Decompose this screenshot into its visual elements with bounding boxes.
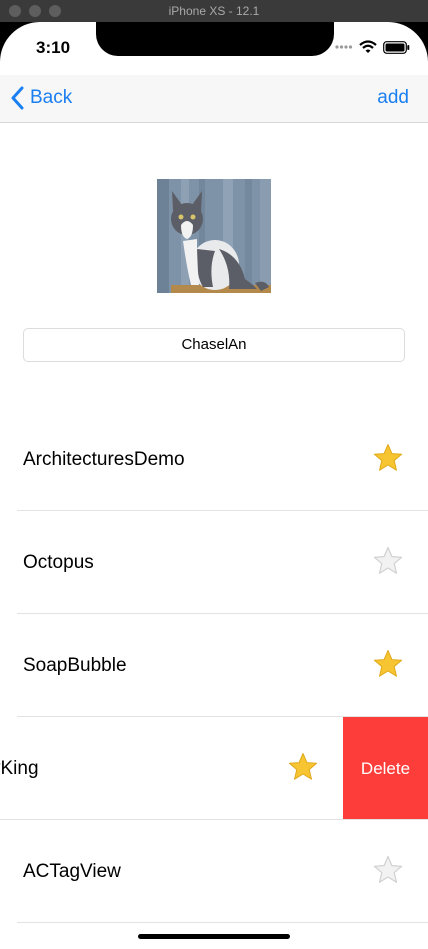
name-field[interactable]: ChaselAn	[23, 328, 405, 362]
list-item[interactable]: Octopus	[0, 511, 428, 614]
status-icons	[335, 40, 410, 54]
delete-button[interactable]: Delete	[343, 717, 428, 820]
navigation-bar: Back add	[0, 75, 428, 123]
home-indicator[interactable]	[138, 934, 290, 939]
cat-photo[interactable]	[157, 179, 271, 293]
list-item-label: ArchitecturesDemo	[23, 449, 185, 470]
star-filled-icon[interactable]	[372, 442, 404, 474]
star-outline-icon[interactable]	[372, 545, 404, 577]
battery-icon	[383, 40, 410, 54]
status-time: 3:10	[36, 38, 71, 57]
star-filled-icon[interactable]	[372, 648, 404, 680]
row-separator	[17, 922, 428, 923]
list-item-label: yKing	[0, 758, 39, 779]
list-item-label: SoapBubble	[23, 655, 127, 676]
list-item-label: ACTagView	[23, 861, 121, 882]
list-item[interactable]: ACTagView	[0, 820, 428, 923]
back-button[interactable]: Back	[10, 86, 72, 110]
zoom-window-button[interactable]	[49, 5, 61, 17]
simulator-title-bar: iPhone XS - 12.1	[0, 0, 428, 22]
notch	[96, 22, 334, 56]
wifi-icon	[359, 40, 377, 53]
list-item[interactable]: SoapBubble	[0, 614, 428, 717]
close-window-button[interactable]	[9, 5, 21, 17]
star-outline-icon[interactable]	[372, 854, 404, 886]
minimize-window-button[interactable]	[29, 5, 41, 17]
add-button[interactable]: add	[377, 87, 409, 109]
list-item[interactable]: ArchitecturesDemo	[0, 408, 428, 511]
list-item-label: Octopus	[23, 552, 94, 573]
list-item-swiped[interactable]: yKing Delete	[0, 717, 428, 820]
back-label: Back	[30, 87, 73, 108]
signal-icon	[335, 45, 353, 49]
window-title: iPhone XS - 12.1	[168, 4, 260, 18]
chevron-left-icon	[11, 86, 24, 110]
star-filled-icon[interactable]	[287, 751, 319, 783]
